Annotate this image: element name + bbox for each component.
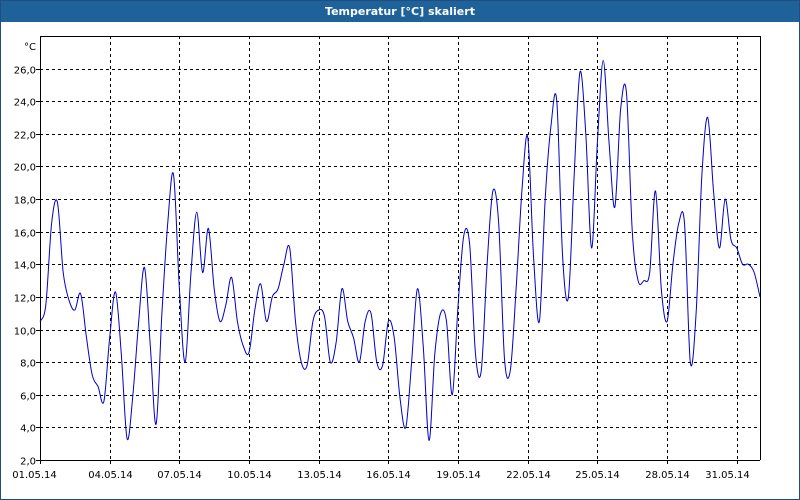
y-tick-labels: 2,0 4,0 6,0 8,0 10,0 12,0 14,0 16,0 18,0 20,0 22,0… <box>14 66 36 468</box>
x-tick-labels: 01.05.14 04.05.14 07.05.14 10.05.14 13.05.14… <box>12 470 750 481</box>
y-tick-label: 26,0 <box>14 66 36 77</box>
x-tick-label: 01.05.14 <box>12 470 57 481</box>
y-tick-label: 4,0 <box>20 424 36 435</box>
temperature-chart: 2,0 4,0 6,0 8,0 10,0 12,0 14,0 16,0 18,0 20,0 22,0… <box>12 36 761 481</box>
x-tick-label: 04.05.14 <box>88 470 133 481</box>
series-line-temperature <box>39 59 761 441</box>
y-tick-label: 12,0 <box>14 294 36 305</box>
y-unit-label: °C <box>24 42 36 53</box>
y-tick-label: 20,0 <box>14 163 36 174</box>
y-tick-label: 2,0 <box>20 457 36 468</box>
y-tick-label: 24,0 <box>14 98 36 109</box>
x-tick-label: 28.05.14 <box>645 470 690 481</box>
x-tick-label: 13.05.14 <box>297 470 342 481</box>
axes <box>36 36 761 464</box>
y-tick-label: 14,0 <box>14 261 36 272</box>
y-tick-label: 16,0 <box>14 229 36 240</box>
y-tick-label: 8,0 <box>20 359 36 370</box>
x-tick-label: 25.05.14 <box>575 470 620 481</box>
x-tick-label: 10.05.14 <box>227 470 272 481</box>
y-tick-label: 18,0 <box>14 196 36 207</box>
x-tick-label: 31.05.14 <box>705 470 750 481</box>
y-tick-label: 6,0 <box>20 392 36 403</box>
y-tick-label: 22,0 <box>14 131 36 142</box>
y-tick-label: 10,0 <box>14 327 36 338</box>
x-tick-label: 07.05.14 <box>157 470 202 481</box>
x-tick-label: 19.05.14 <box>436 470 481 481</box>
x-tick-label: 22.05.14 <box>506 470 551 481</box>
x-tick-label: 16.05.14 <box>366 470 411 481</box>
